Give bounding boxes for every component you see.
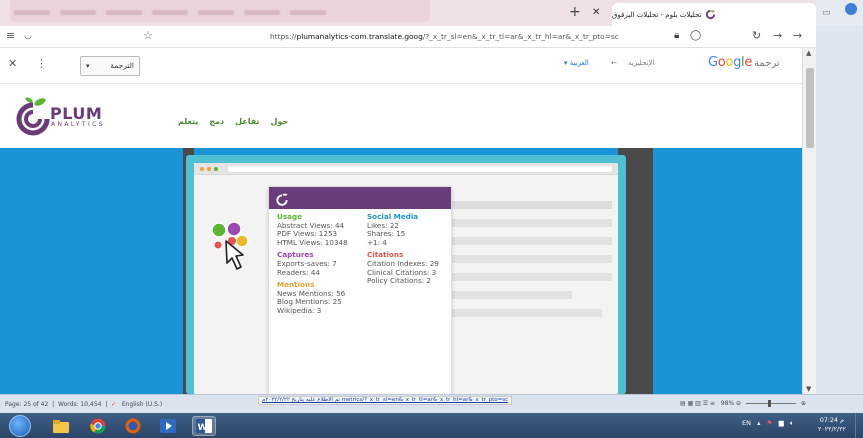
lang-from[interactable]: الإنجليزية (628, 59, 654, 67)
view-zoom-controls: ▤ ▦ ▥ ☰ ≡ 98% ⊖ ⊕ (680, 400, 806, 407)
screen-browser-bar (194, 163, 618, 175)
lang-arrow-icon: ← (611, 59, 617, 67)
page-scrollbar[interactable]: ▲ ▼ (802, 48, 816, 394)
word-status-bar: Page: 25 of 42 | Words: 10,454 | ✓ Engli… (0, 394, 863, 413)
window-controls: ▭ (816, 0, 863, 26)
plum-logo-subtext: ANALYTICS (51, 121, 105, 128)
hyperlink-url: metrics/?_x_tr_sl=en&_x_tr_tl=ar&_x_tr_h… (341, 397, 509, 403)
metrics-card-header (269, 187, 451, 209)
zoom-level[interactable]: 98% (721, 400, 734, 407)
plum-nav: حول تفاعل دمج يتعلم (178, 117, 288, 126)
nav-item-integrate[interactable]: دمج (209, 117, 224, 126)
usage-line: HTML Views: 10348 (277, 237, 348, 247)
hyperlink-tooltip[interactable]: تم الاطلاع عليه بتاريخ ٢٠٢٢/٢/٢٢م metric… (258, 396, 513, 405)
flag-icon[interactable]: ⚑ (767, 419, 773, 427)
google-translate-bar: ✕ ⋮ الترجمة ▾ العربية ▾ ← الإنجليزية Goo… (0, 48, 802, 84)
nav-item-about[interactable]: حول (271, 117, 289, 126)
scroll-down-icon[interactable]: ▼ (806, 385, 811, 393)
captures-line: Readers: 44 (277, 267, 321, 277)
metrics-left-column: Usage Abstract Views: 44 PDF Views: 1253… (277, 212, 348, 316)
back-icon[interactable]: → (793, 29, 802, 42)
clock[interactable]: 07:24 م ٢٠٢٢/٢/٢٢ (818, 416, 846, 434)
show-desktop-button[interactable] (855, 413, 863, 438)
citations-line: Policy Citations: 2 (367, 276, 431, 286)
view-buttons[interactable]: ▤ ▦ ▥ ☰ ≡ (680, 400, 715, 407)
minimize-icon[interactable]: ▭ (822, 8, 831, 18)
scrollbar-thumb[interactable] (806, 68, 814, 148)
new-tab-icon[interactable]: + (569, 4, 581, 20)
lang-to[interactable]: العربية ▾ (564, 59, 589, 67)
chevron-down-icon: ▾ (86, 62, 90, 70)
pocket-icon[interactable]: ◡ (24, 31, 32, 41)
menu-icon[interactable]: ≡ (6, 29, 15, 42)
zoom-out-icon[interactable]: ⊖ (736, 400, 741, 407)
word-count[interactable]: Words: 10,454 (58, 401, 101, 408)
explorer-taskbar-icon[interactable] (49, 416, 73, 436)
lock-icon[interactable]: 🔒︎ (674, 30, 679, 41)
plum-flower-cursor-icon (211, 221, 249, 270)
browser-nav-bar: ≡ ◡ ☆ https://plumanalytics-com.translat… (0, 26, 816, 48)
proofing-icon[interactable]: ✓ (111, 401, 116, 408)
metrics-right-column: Social Media Likes: 22 Shares: 15 +1: 4 … (367, 212, 439, 286)
close-tab-icon[interactable]: ✕ (592, 7, 600, 18)
reload-icon[interactable]: ↻ (752, 29, 761, 42)
input-language[interactable]: EN (742, 419, 751, 427)
word-taskbar-icon[interactable]: W (192, 416, 216, 436)
zoom-in-icon[interactable]: ⊕ (801, 400, 806, 407)
tab-title: تحليلات بلوم - تحليلات البرقوق (612, 10, 702, 19)
windows-taskbar: W EN ▴ ⚑ ▆ 🔈︎ 07:24 م ٢٠٢٢/٢/٢٢ (0, 413, 863, 438)
browser-tab-bar: + ✕ تحليلات بلوم - تحليلات البرقوق (0, 0, 816, 26)
hyperlink-note: تم الاطلاع عليه بتاريخ ٢٠٢٢/٢/٢٢م (262, 397, 340, 403)
url-rest: /?_x_tr_sl=en&_x_tr_tl=ar&_x_tr_hl=ar&_x… (422, 32, 619, 41)
media-player-taskbar-icon[interactable] (156, 416, 180, 436)
translate-select-label: الترجمة (110, 61, 134, 70)
zoom-slider[interactable] (746, 400, 796, 407)
url-host: plumanalytics-com.translate.goog (296, 32, 423, 41)
mentions-line: Wikipedia: 3 (277, 305, 322, 315)
blurred-tabs (10, 0, 430, 22)
nav-item-interact[interactable]: تفاعل (235, 117, 259, 126)
right-window-edge (816, 0, 863, 438)
page-count[interactable]: Page: 25 of 42 (5, 401, 48, 408)
plum-header: PLUM ANALYTICS حول تفاعل دمج يتعلم (0, 84, 802, 148)
tab-plum-analytics[interactable]: تحليلات بلوم - تحليلات البرقوق (612, 3, 816, 26)
start-button[interactable] (9, 415, 31, 437)
social-line: +1: 4 (367, 237, 387, 247)
clock-time: 07:24 م (819, 417, 844, 424)
clock-date: ٢٠٢٢/٢/٢٢ (818, 426, 846, 433)
scroll-up-icon[interactable]: ▲ (806, 49, 811, 57)
forward-icon[interactable]: → (773, 29, 782, 42)
shield-icon[interactable]: ◯ (690, 30, 701, 41)
firefox-taskbar-icon[interactable] (121, 416, 145, 436)
translate-mode-select[interactable]: الترجمة ▾ (80, 56, 140, 76)
svg-text:W: W (198, 423, 208, 433)
chrome-taskbar-icon[interactable] (86, 416, 110, 436)
plum-card-icon (276, 193, 288, 206)
metrics-card-body: Usage Abstract Views: 44 PDF Views: 1253… (269, 209, 451, 314)
collapse-icon[interactable]: ✕ (8, 57, 17, 70)
volume-icon[interactable]: 🔈︎ (790, 419, 794, 427)
bookmark-star-icon[interactable]: ☆ (143, 29, 153, 42)
url-bar[interactable]: https://plumanalytics-com.translate.goog… (270, 29, 670, 45)
plum-logo-icon[interactable] (14, 94, 52, 136)
desktop: + ✕ تحليلات بلوم - تحليلات البرقوق ≡ ◡ ☆… (0, 0, 863, 438)
system-tray: EN ▴ ⚑ ▆ 🔈︎ (742, 419, 794, 427)
plum-favicon-icon (706, 9, 716, 20)
edge-app-icon[interactable] (845, 3, 857, 15)
hero-banner: Usage Abstract Views: 44 PDF Views: 1253… (0, 148, 802, 438)
status-left: Page: 25 of 42 | Words: 10,454 | ✓ Engli… (5, 401, 163, 408)
google-translate-logo: Google ترجمة (708, 55, 780, 70)
url-prefix: https:// (270, 32, 297, 41)
more-options-icon[interactable]: ⋮ (36, 57, 47, 70)
monitor-illustration: Usage Abstract Views: 44 PDF Views: 1253… (186, 155, 626, 438)
network-icon[interactable]: ▆ (779, 419, 784, 427)
language-indicator[interactable]: English (U.S.) (122, 401, 162, 408)
monitor-screen: Usage Abstract Views: 44 PDF Views: 1253… (194, 163, 618, 438)
nav-item-learn[interactable]: يتعلم (178, 117, 198, 126)
